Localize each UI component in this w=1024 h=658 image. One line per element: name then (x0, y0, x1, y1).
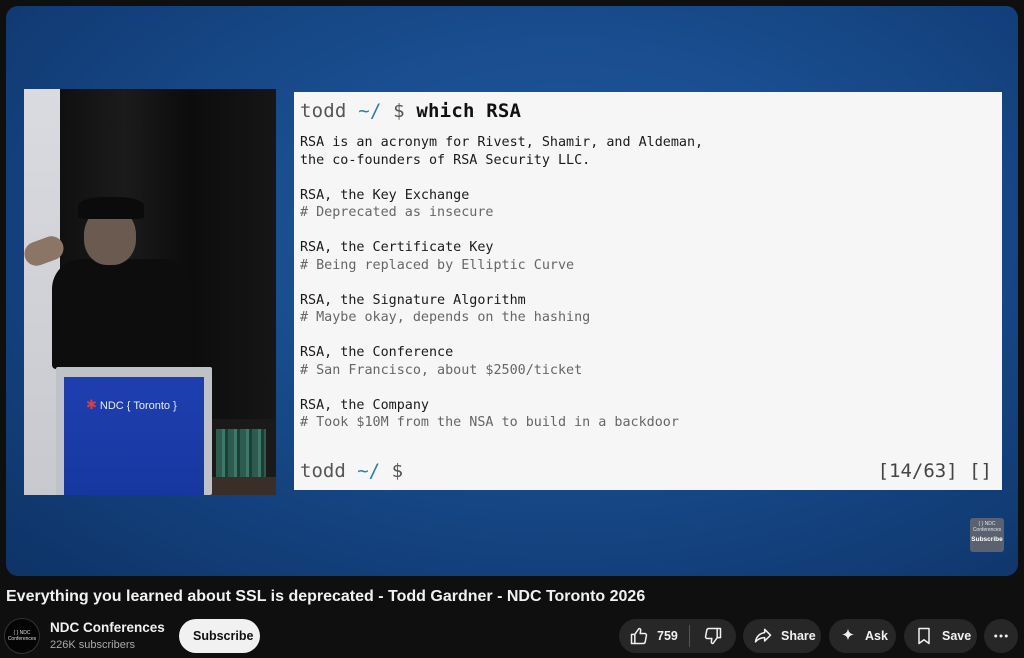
channel-watermark[interactable]: { } NDC Conferences Subscribe (970, 518, 1004, 552)
speaker-cap (78, 197, 144, 219)
video-title: Everything you learned about SSL is depr… (6, 588, 646, 605)
slide-bottom-prompt: todd ~/ $ (300, 460, 404, 482)
slide-intro: RSA is an acronym for Rivest, Shamir, an… (300, 135, 704, 168)
sparkle-icon (842, 628, 854, 641)
subscribe-button[interactable]: Subscribe (179, 619, 260, 653)
slide-item: RSA, the Company # Took $10M from the NSA… (300, 397, 679, 431)
thumbs-up-icon (630, 627, 648, 645)
slide-item: RSA, the Conference # San Francisco, abou… (300, 345, 583, 378)
slide-body: RSA is an acronym for Rivest, Shamir, an… (300, 134, 703, 449)
channel-name[interactable]: NDC Conferences (50, 620, 165, 635)
like-count: 759 (657, 629, 678, 643)
slide-counter: [14/63] [] (877, 460, 992, 482)
save-button[interactable]: Save (904, 619, 977, 653)
speaker-video-feed: ✱ NDC { Toronto } (24, 89, 276, 495)
bookshelf (216, 429, 266, 477)
slide-item: RSA, the Signature Algorithm # Maybe okay… (300, 292, 591, 326)
like-dislike-group: 759 (619, 619, 736, 653)
more-actions-button[interactable] (984, 619, 1018, 653)
slide-item: RSA, the Key Exchange # Deprecated as ins… (300, 187, 494, 221)
more-vertical-icon (994, 634, 1008, 638)
podium-ndc-logo: ✱ NDC { Toronto } (86, 397, 177, 412)
presentation-slide: todd ~/ $ which RSA RSA is an acronym fo… (294, 92, 1002, 490)
share-button[interactable]: Share (743, 619, 821, 653)
floor (212, 477, 276, 495)
channel-avatar[interactable]: { } NDC Conferences (4, 618, 40, 654)
thumbs-down-icon (704, 627, 722, 645)
maple-leaf-icon: ✱ (86, 397, 97, 412)
slide-item: RSA, the Certificate Key # Being replaced… (300, 240, 575, 273)
slide-command-prompt: todd ~/ $ which RSA (300, 100, 522, 122)
share-arrow-icon (754, 628, 772, 643)
bookmark-icon (918, 627, 930, 645)
subscriber-count: 226K subscribers (50, 639, 135, 651)
speaker-body (52, 259, 192, 369)
like-button[interactable]: 759 (619, 619, 689, 653)
video-player[interactable]: ✱ NDC { Toronto } todd ~/ $ which RSA RSA… (6, 6, 1018, 576)
podium-screen (64, 377, 204, 495)
dislike-button[interactable] (690, 619, 736, 653)
ask-button[interactable]: Ask (829, 619, 896, 653)
